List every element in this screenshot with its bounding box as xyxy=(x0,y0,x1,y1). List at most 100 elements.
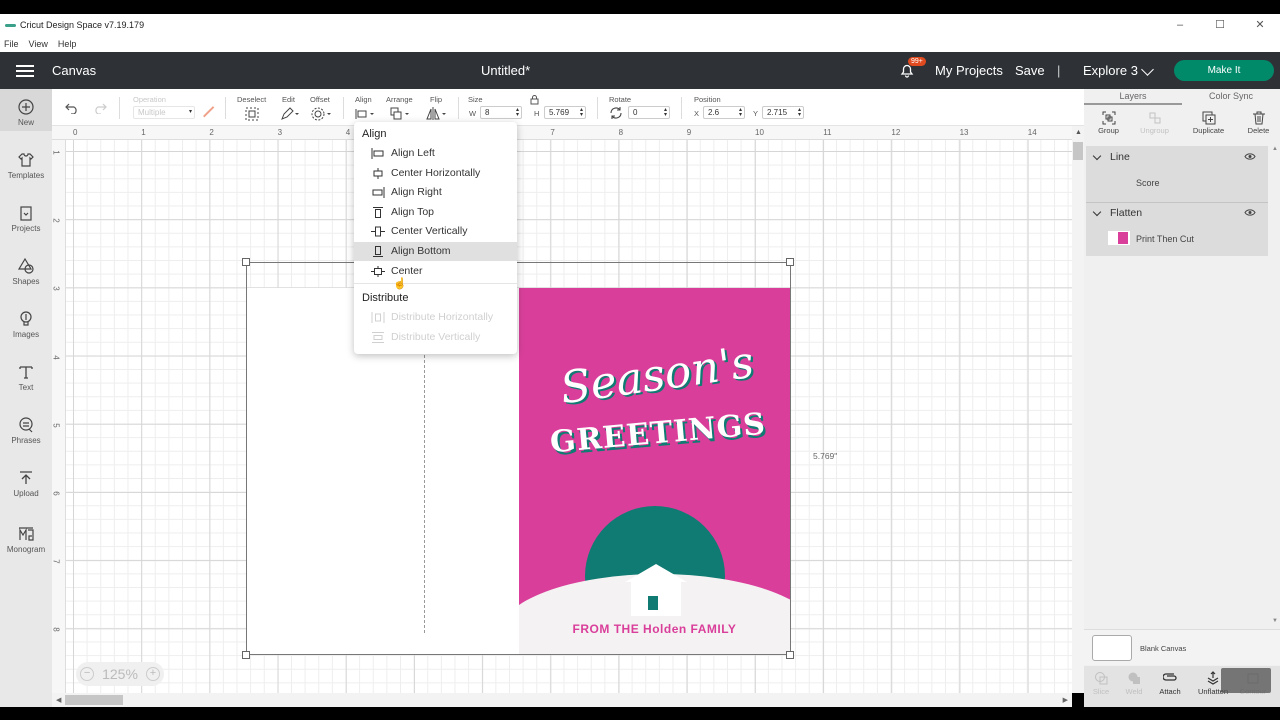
sidebar-item-upload[interactable]: Upload xyxy=(0,469,52,498)
scroll-up-icon[interactable]: ▲ xyxy=(1075,129,1082,136)
menu-item-distribute-horizontally[interactable]: Distribute Horizontally xyxy=(354,308,517,327)
menu-item-center-horizontally[interactable]: Center Horizontally xyxy=(354,164,517,183)
tab-layers[interactable]: Layers xyxy=(1084,91,1182,101)
ruler-tick-label: 7 xyxy=(51,559,61,564)
slice-button[interactable]: Slice xyxy=(1084,671,1118,696)
menu-help[interactable]: Help xyxy=(58,39,77,49)
eye-icon[interactable] xyxy=(1244,152,1256,161)
eye-icon[interactable] xyxy=(1244,208,1256,217)
sidebar-item-new[interactable]: New xyxy=(0,89,52,131)
unflatten-icon xyxy=(1207,671,1219,685)
resize-handle-top-left[interactable] xyxy=(242,258,250,266)
x-label: X xyxy=(694,109,700,118)
zoom-out-button[interactable]: − xyxy=(80,667,95,681)
video-overlay-controls[interactable] xyxy=(1221,668,1271,693)
canvas-color-swatch[interactable] xyxy=(1092,635,1132,661)
width-input[interactable]: 8 ▴ ▾ xyxy=(480,106,522,119)
horizontal-ruler: 01234567891011121314 xyxy=(52,126,1072,140)
deselect-icon[interactable] xyxy=(245,107,259,121)
slice-icon xyxy=(1095,672,1108,685)
my-projects-link[interactable]: My Projects xyxy=(935,63,1003,78)
sidebar-item-phrases[interactable]: Phrases xyxy=(0,416,52,445)
machine-selector[interactable]: Explore 3 xyxy=(1083,63,1138,78)
flip-icon[interactable] xyxy=(426,106,448,121)
menu-item-center-vertically[interactable]: Center Vertically xyxy=(354,222,517,241)
make-it-button[interactable]: Make It xyxy=(1174,60,1274,81)
blank-canvas-row[interactable]: Blank Canvas xyxy=(1084,629,1280,665)
layer-group-line[interactable]: Line xyxy=(1086,151,1268,165)
sidebar-item-text[interactable]: Text xyxy=(0,363,52,392)
attach-button[interactable]: Attach xyxy=(1153,671,1187,696)
redo-icon[interactable] xyxy=(93,102,107,114)
menu-item-align-right[interactable]: Align Right xyxy=(354,183,517,202)
delete-button[interactable]: Delete xyxy=(1234,111,1280,135)
height-input[interactable]: 5.769 ▴ ▾ xyxy=(544,106,586,119)
hamburger-menu-icon[interactable] xyxy=(16,64,34,77)
operation-select[interactable]: Multiple ▾ xyxy=(133,106,195,119)
undo-icon[interactable] xyxy=(65,102,79,114)
weld-button[interactable]: Weld xyxy=(1117,671,1151,696)
sidebar-item-monogram[interactable]: Monogram xyxy=(0,525,52,554)
offset-icon[interactable] xyxy=(311,107,333,121)
text-icon xyxy=(19,366,33,379)
menu-file[interactable]: File xyxy=(4,39,19,49)
menu-item-distribute-vertically[interactable]: Distribute Vertically xyxy=(354,328,517,347)
menu-bar: File View Help xyxy=(0,36,1280,52)
maximize-button[interactable]: ☐ xyxy=(1200,14,1240,36)
selection-box[interactable] xyxy=(246,262,791,655)
save-button[interactable]: Save xyxy=(1015,63,1045,78)
menu-divider xyxy=(354,283,517,284)
horizontal-scroll-thumb[interactable] xyxy=(65,695,123,705)
y-position-input[interactable]: 2.715 ▴ ▾ xyxy=(762,106,804,119)
chevron-down-icon[interactable] xyxy=(1141,63,1154,76)
sidebar-item-shapes[interactable]: Shapes xyxy=(0,257,52,286)
lock-icon[interactable] xyxy=(530,95,539,105)
y-value: 2.715 xyxy=(767,108,788,117)
ungroup-button[interactable]: Ungroup xyxy=(1130,111,1179,135)
sidebar-item-templates[interactable]: Templates xyxy=(0,151,52,180)
minimize-button[interactable]: – xyxy=(1160,14,1200,36)
menu-view[interactable]: View xyxy=(29,39,48,49)
menu-item-align-top[interactable]: Align Top xyxy=(354,203,517,222)
scroll-right-icon[interactable]: ▶ xyxy=(1063,696,1068,704)
layer-group-flatten[interactable]: Flatten xyxy=(1086,207,1268,221)
zoom-in-button[interactable]: + xyxy=(145,667,160,681)
sidebar-item-images[interactable]: Images xyxy=(0,310,52,339)
close-button[interactable]: ✕ xyxy=(1240,14,1280,36)
resize-handle-bottom-left[interactable] xyxy=(242,651,250,659)
arrange-icon[interactable] xyxy=(390,107,412,121)
scroll-left-icon[interactable]: ◀ xyxy=(56,696,61,704)
vertical-scroll-thumb[interactable] xyxy=(1073,142,1083,160)
resize-handle-bottom-right[interactable] xyxy=(786,651,794,659)
tab-color-sync[interactable]: Color Sync xyxy=(1182,91,1280,101)
center-horizontally-icon xyxy=(373,168,383,179)
menu-item-center[interactable]: Center xyxy=(354,262,517,281)
x-value: 2.6 xyxy=(708,108,720,117)
layers-scrollbar[interactable]: ▲ ▼ xyxy=(1270,146,1280,626)
edit-pencil-icon[interactable] xyxy=(280,107,300,121)
chevron-down-icon[interactable] xyxy=(1092,207,1102,217)
operation-color-swatch[interactable] xyxy=(203,106,215,118)
top-black-bar xyxy=(0,0,1280,14)
layer-item-score[interactable]: Score xyxy=(1136,178,1160,188)
sidebar-item-projects[interactable]: Projects xyxy=(0,204,52,233)
menu-item-align-left[interactable]: Align Left xyxy=(354,144,517,163)
vertical-scrollbar[interactable]: ▲ xyxy=(1072,126,1084,693)
layer-item-print-then-cut[interactable]: Print Then Cut xyxy=(1136,234,1194,244)
sidebar-label: Shapes xyxy=(12,277,40,286)
ruler-tick-label: 13 xyxy=(959,128,969,137)
active-tab-indicator xyxy=(1084,103,1182,105)
menu-item-align-bottom[interactable]: Align Bottom xyxy=(354,242,517,261)
group-icon xyxy=(1102,111,1115,125)
rotate-icon[interactable] xyxy=(609,106,623,120)
horizontal-scrollbar[interactable]: ◀ ▶ xyxy=(52,693,1072,707)
duplicate-button[interactable]: Duplicate xyxy=(1184,111,1233,135)
group-button[interactable]: Group xyxy=(1084,111,1133,135)
x-position-input[interactable]: 2.6 ▴ ▾ xyxy=(703,106,745,119)
rotate-input[interactable]: 0 ▴ ▾ xyxy=(628,106,670,119)
lightbulb-icon xyxy=(20,311,32,326)
resize-handle-top-right[interactable] xyxy=(786,258,794,266)
window-title: Cricut Design Space v7.19.179 xyxy=(20,20,145,30)
align-icon[interactable] xyxy=(355,107,377,121)
chevron-down-icon[interactable] xyxy=(1092,151,1102,161)
